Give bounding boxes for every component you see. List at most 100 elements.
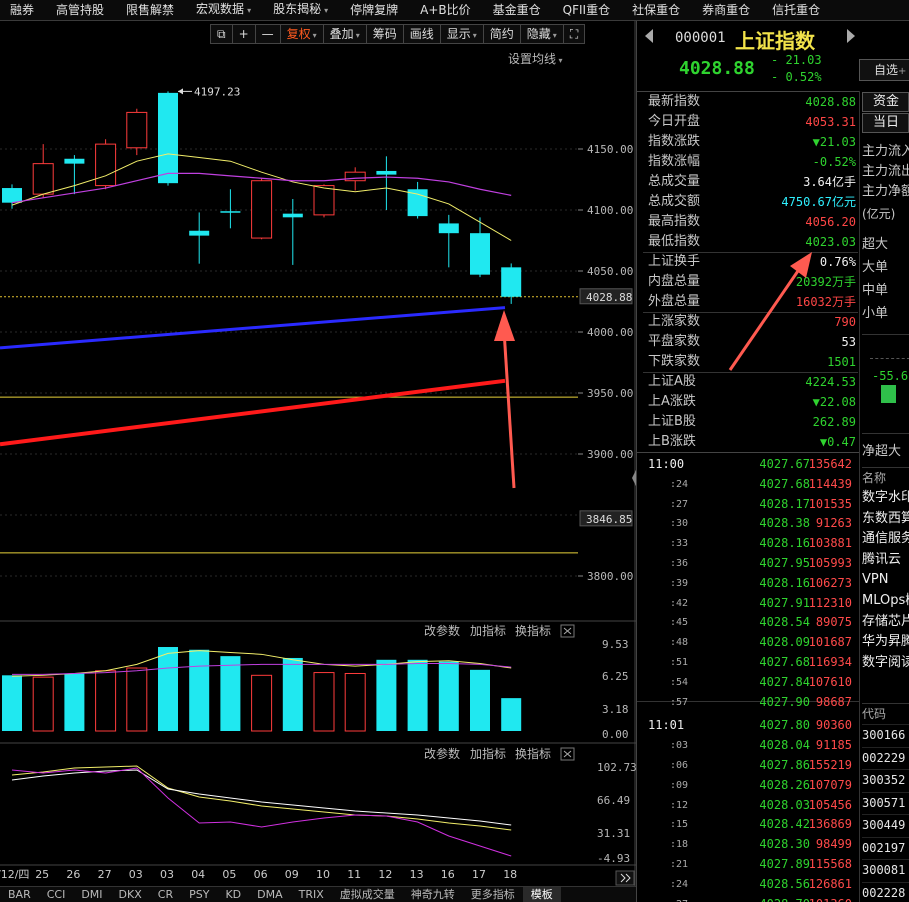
sector-name-item[interactable]: 东数西算 <box>862 509 909 529</box>
candle-body-up[interactable] <box>251 180 273 239</box>
indicator-tab-12[interactable]: 模板 <box>522 887 561 902</box>
candle-body-down[interactable] <box>376 170 397 175</box>
nav-item-8[interactable]: QFII重仓 <box>553 0 622 21</box>
nav-item-7[interactable]: 基金重仓 <box>483 0 553 21</box>
sector-name-item[interactable]: 通信服务 <box>862 529 909 549</box>
nav-item-9[interactable]: 社保重仓 <box>622 0 692 21</box>
stat-row: 外盘总量 16032万手 <box>648 292 860 312</box>
toolbar-button-10[interactable]: ⛶ <box>562 24 586 44</box>
indicator-tab-11[interactable]: 更多指标 <box>463 887 523 902</box>
volume_panel-control-2[interactable]: 换指标 <box>515 623 551 638</box>
candle-body-down[interactable] <box>470 233 490 275</box>
indicator-tab-9[interactable]: 虚拟成交量 <box>332 887 403 902</box>
candle-body-down[interactable] <box>189 230 210 236</box>
toolbar-button-2[interactable]: — <box>254 24 280 44</box>
volume-ma-long <box>12 662 512 675</box>
stock-code-item[interactable]: 002228 <box>862 881 909 902</box>
toolbar-button-6[interactable]: 画线 <box>402 24 440 44</box>
indicator-tab-10[interactable]: 神奇九转 <box>403 887 463 902</box>
tick-row: :48 4028.09 101687 <box>644 633 858 652</box>
toolbar-button-0[interactable]: ⧉ <box>210 24 232 44</box>
nav-item-5[interactable]: 停牌复牌 <box>340 0 410 21</box>
prev-stock-arrow-icon[interactable] <box>645 29 653 43</box>
indicator_panel-control-0[interactable]: 改参数 <box>424 746 460 761</box>
nav-item-6[interactable]: A+B比价 <box>410 0 483 21</box>
toolbar-button-7[interactable]: 显示 <box>439 24 483 44</box>
kline-chart-svg[interactable]: 4150.00 4100.00 4050.00 4000.00 3950.00 3900.… <box>0 21 636 902</box>
candle-body-down[interactable] <box>501 267 522 297</box>
nav-item-1[interactable]: 高管持股 <box>46 0 116 21</box>
settings-ma-button[interactable]: 设置均线 ▾ <box>508 50 563 67</box>
kline-chart-area[interactable]: 4150.00 4100.00 4050.00 4000.00 3950.00 3900.… <box>0 21 636 902</box>
toolbar-button-3[interactable]: 复权 <box>279 24 323 44</box>
fund-tab-funds[interactable]: 资金 <box>862 92 909 112</box>
date-axis-label: 18 <box>503 868 517 881</box>
toolbar-button-8[interactable]: 简约 <box>482 24 520 44</box>
high-annotation-arrowhead <box>178 88 183 95</box>
indicator-tab-1[interactable]: CCI <box>39 887 74 902</box>
tick-volume: 135642 <box>808 457 852 471</box>
tick-time: :21 <box>670 859 689 870</box>
stock-code-item[interactable]: 300571 <box>862 791 909 812</box>
indicator-tab-7[interactable]: DMA <box>249 887 291 902</box>
sector-name-item[interactable]: 数字阅读 <box>862 653 909 673</box>
stock-code-item[interactable]: 300449 <box>862 814 909 834</box>
indicator-tab-8[interactable]: TRIX <box>291 887 332 902</box>
candle-body-up[interactable] <box>126 111 148 149</box>
indicator_panel-control-2[interactable]: 换指标 <box>515 746 551 761</box>
sector-name-item[interactable]: 数字水印 <box>862 488 909 508</box>
sector-name-item[interactable]: MLOps概念 <box>862 591 909 611</box>
toolbar-button-1[interactable]: + <box>231 24 255 44</box>
stock-code-item[interactable]: 300081 <box>862 859 909 879</box>
watchlist-button[interactable]: 自选+ <box>859 59 909 81</box>
indicator-tab-4[interactable]: CR <box>150 887 181 902</box>
toolbar-button-9[interactable]: 隐藏 <box>519 24 563 44</box>
nav-item-2[interactable]: 限售解禁 <box>116 0 186 21</box>
sector-name-item[interactable]: VPN <box>862 570 909 590</box>
stock-code-item[interactable]: 300166 <box>862 724 909 744</box>
candle-body-down[interactable] <box>438 223 459 234</box>
tick-time: :57 <box>670 696 689 708</box>
candle-body-up[interactable] <box>32 163 54 195</box>
nav-item-0[interactable]: 融券 <box>0 0 46 21</box>
nav-item-3[interactable]: 宏观数据 <box>186 0 263 21</box>
candle-body-up[interactable] <box>95 143 117 187</box>
volume_panel-control-0[interactable]: 改参数 <box>424 623 460 638</box>
candle-body-down[interactable] <box>2 188 22 203</box>
toolbar-button-4[interactable]: 叠加 <box>322 24 366 44</box>
candle-body-up[interactable] <box>344 171 366 182</box>
tick-price: 4028.26 <box>759 777 810 792</box>
date-axis-label: 2/12/四 <box>0 868 29 881</box>
candle-body-up[interactable] <box>313 185 335 216</box>
indicator-tab-2[interactable]: DMI <box>73 887 110 902</box>
stock-code-item[interactable]: 002197 <box>862 836 909 857</box>
indicator-tab-0[interactable]: BAR <box>0 887 39 902</box>
indicator-line-1 <box>11 765 512 831</box>
stock-code-item[interactable]: 300352 <box>862 769 909 789</box>
indicator-tab-3[interactable]: DKX <box>111 887 150 902</box>
stock-code-item[interactable]: 002229 <box>862 746 909 767</box>
tick-price: 4027.86 <box>759 758 810 772</box>
indicator_panel-control-1[interactable]: 加指标 <box>470 746 506 761</box>
indicator-tab-6[interactable]: KD <box>217 887 249 902</box>
candle-body-down[interactable] <box>282 213 303 218</box>
volume_panel-control-1[interactable]: 加指标 <box>470 623 506 638</box>
candle-body-down[interactable] <box>158 92 178 184</box>
next-stock-arrow-icon[interactable] <box>847 29 855 43</box>
toolbar-button-5[interactable]: 筹码 <box>365 24 403 44</box>
nav-item-11[interactable]: 信托重仓 <box>762 0 832 21</box>
nav-item-10[interactable]: 券商重仓 <box>692 0 762 21</box>
indicator-line-2 <box>11 769 512 826</box>
sector-name-item[interactable]: 华为昇腾 <box>862 632 909 652</box>
nav-item-4[interactable]: 股东揭秘 <box>263 0 340 21</box>
sector-name-item[interactable]: 腾讯云 <box>862 550 909 570</box>
tick-volume: 155219 <box>808 758 852 772</box>
price-change: - 21.03 <box>771 53 822 67</box>
fund-tab-today[interactable]: 当日 <box>862 113 909 133</box>
candle-body-down[interactable] <box>220 211 241 213</box>
indicator-line-3 <box>11 767 512 857</box>
sector-name-item[interactable]: 存储芯片 <box>862 612 909 632</box>
candle-body-down[interactable] <box>64 158 85 164</box>
indicator-tab-5[interactable]: PSY <box>181 887 217 902</box>
candle-body-down[interactable] <box>407 189 428 217</box>
